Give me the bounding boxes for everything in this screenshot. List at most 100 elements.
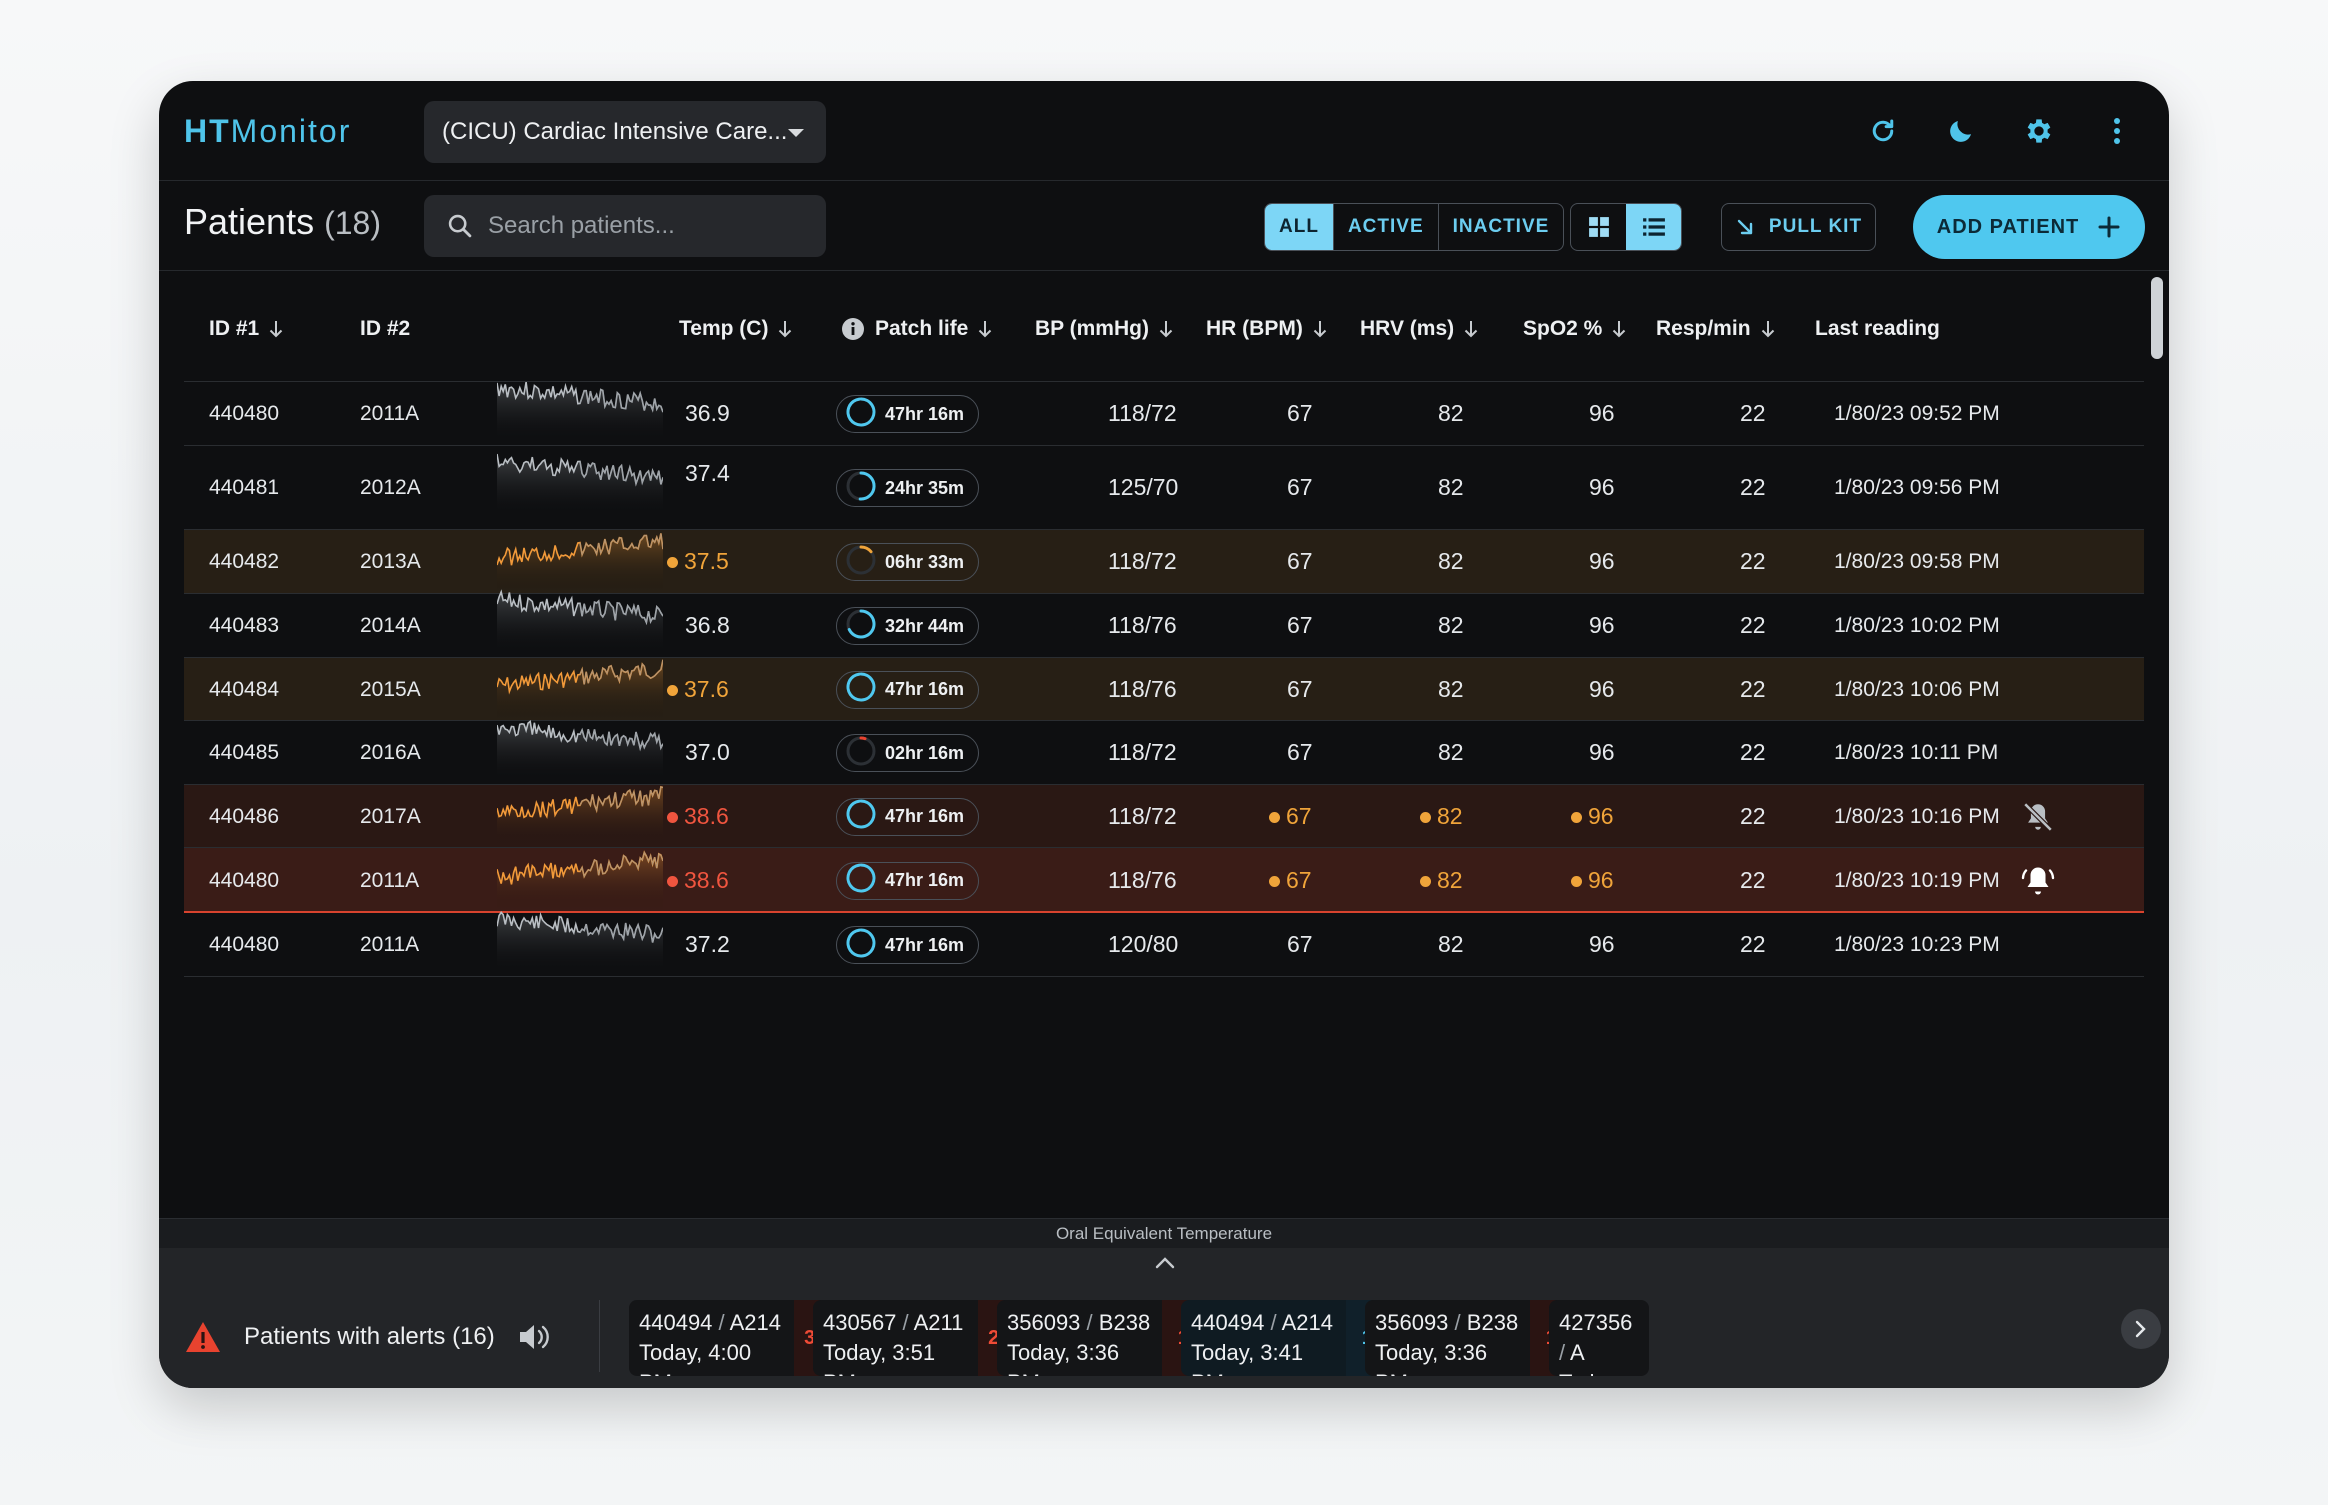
cell-bp: 118/72 <box>1108 802 1177 829</box>
gear-icon[interactable] <box>2017 109 2061 153</box>
cell-hrv: 82 <box>1438 612 1464 638</box>
cell-temp: 37.0 <box>685 739 730 765</box>
temperature-sparkline[interactable] <box>496 586 664 656</box>
temperature-sparkline[interactable] <box>496 777 664 847</box>
bell-muted-icon[interactable] <box>2021 800 2055 839</box>
cell-temp: 37.6 <box>667 676 729 703</box>
patch-life-pill: 47hr 16m <box>836 926 979 964</box>
alert-card[interactable]: 427356 / A Today, 3:28 <box>1549 1300 1649 1376</box>
cell-hr: 67 <box>1287 931 1313 957</box>
temperature-sparkline[interactable] <box>496 841 664 911</box>
table-row[interactable]: 440485 2016A 37.0 02hr 16m 118/72 67 82 … <box>184 720 2144 785</box>
cell-id1: 440480 <box>209 933 280 956</box>
cell-resp: 22 <box>1740 548 1766 574</box>
more-vertical-icon[interactable] <box>2095 109 2139 153</box>
col-temp[interactable]: Temp (C) <box>679 317 792 341</box>
cell-id2: 2011A <box>360 868 420 892</box>
cell-temp: 37.4 <box>685 460 730 486</box>
alert-time: Today, 3:36 PM <box>1007 1340 1120 1376</box>
cell-spo2: 96 <box>1589 548 1615 574</box>
table-row[interactable]: 440480 2011A 38.6 47hr 16m 118/76 67 82 … <box>184 848 2144 913</box>
patch-arc-icon <box>845 671 877 708</box>
table-row[interactable]: 440480 2011A 36.9 47hr 16m 118/72 67 82 … <box>184 381 2144 446</box>
moon-icon[interactable] <box>1939 109 1983 153</box>
sort-arrow-icon <box>1464 321 1478 338</box>
cell-hrv: 82 <box>1438 400 1464 426</box>
col-patch-life[interactable]: Patch life <box>841 317 992 341</box>
sort-arrow-icon <box>1761 321 1774 338</box>
cell-id1: 440481 <box>209 476 280 499</box>
temperature-sparkline[interactable] <box>496 374 664 444</box>
table-row[interactable]: 440482 2013A 37.5 06hr 33m 118/72 67 82 … <box>184 530 2144 594</box>
bell-ringing-icon[interactable] <box>2020 863 2056 904</box>
cell-temp: 37.5 <box>667 548 729 575</box>
list-view-icon[interactable] <box>1626 204 1681 250</box>
patch-life-pill: 47hr 16m <box>836 395 979 433</box>
cell-id2: 2015A <box>360 677 421 701</box>
col-bp[interactable]: BP (mmHg) <box>1035 317 1173 341</box>
table-row[interactable]: 440486 2017A 38.6 47hr 16m 118/72 67 82 … <box>184 785 2144 848</box>
plus-icon <box>2098 216 2120 238</box>
temperature-sparkline[interactable] <box>496 713 664 783</box>
filter-inactive[interactable]: INACTIVE <box>1437 204 1564 250</box>
col-hr[interactable]: HR (BPM) <box>1206 317 1327 341</box>
temperature-sparkline[interactable] <box>496 448 664 518</box>
unit-select[interactable]: (CICU) Cardiac Intensive Care... <box>424 101 826 163</box>
cell-bp: 118/76 <box>1108 612 1177 638</box>
patients-table: ID #1 ID #2 Temp (C) Patch life BP (mmHg… <box>184 272 2144 1218</box>
table-row[interactable]: 440480 2011A 37.2 47hr 16m 120/80 67 82 … <box>184 910 2144 977</box>
filter-active[interactable]: ACTIVE <box>1332 204 1438 250</box>
temperature-sparkline[interactable] <box>496 522 664 592</box>
cell-hrv: 82 <box>1438 675 1464 702</box>
col-id2[interactable]: ID #2 <box>360 317 410 341</box>
cell-bp: 118/72 <box>1108 548 1177 574</box>
cell-spo2: 96 <box>1589 400 1615 426</box>
cell-last-reading: 1/80/23 10:16 PM <box>1834 804 2000 828</box>
table-row[interactable]: 440481 2012A 37.4 24hr 35m 125/70 67 82 … <box>184 446 2144 530</box>
info-icon[interactable] <box>841 317 865 341</box>
filter-all[interactable]: ALL <box>1265 204 1333 250</box>
col-last-reading[interactable]: Last reading <box>1815 317 1940 341</box>
table-row[interactable]: 440484 2015A 37.6 47hr 16m 118/76 67 82 … <box>184 658 2144 721</box>
cell-hrv: 82 <box>1420 803 1463 830</box>
alert-card-info: 356093 / B238 Today, 3:36 PM <box>1365 1300 1530 1376</box>
col-hrv[interactable]: HRV (ms) <box>1360 317 1478 341</box>
chevron-up-icon[interactable] <box>1154 1256 1176 1275</box>
view-toggle <box>1570 203 1682 251</box>
alert-time: Today, 3:36 PM <box>1375 1340 1488 1376</box>
col-id1[interactable]: ID #1 <box>209 317 283 341</box>
toolbar: Patients (18) ALL ACTIVE INACTIVE PULL K… <box>159 181 2169 271</box>
table-row[interactable]: 440483 2014A 36.8 32hr 44m 118/76 67 82 … <box>184 589 2144 658</box>
temperature-sparkline[interactable] <box>496 650 664 720</box>
arrow-down-right-icon <box>1737 219 1753 235</box>
alert-patient-id: 430567 <box>823 1310 897 1335</box>
sort-arrow-icon <box>1159 321 1173 338</box>
cell-last-reading: 1/80/23 10:06 PM <box>1834 677 2000 701</box>
temperature-sparkline[interactable] <box>496 905 664 975</box>
cell-hrv: 82 <box>1438 548 1464 574</box>
scrollbar[interactable] <box>2151 277 2163 1202</box>
search-icon <box>446 212 474 245</box>
cell-resp: 22 <box>1740 802 1766 829</box>
refresh-icon[interactable] <box>1861 109 1905 153</box>
app-logo[interactable]: HTMonitor <box>184 113 351 150</box>
cell-id1: 440484 <box>209 677 280 701</box>
cell-bp: 118/72 <box>1108 739 1177 765</box>
col-spo2[interactable]: SpO2 % <box>1523 317 1626 341</box>
alert-card-info: 356093 / B238 Today, 3:36 PM <box>997 1300 1162 1376</box>
search-input[interactable] <box>488 212 808 240</box>
alert-time: Today, 3:41 PM <box>1191 1340 1304 1376</box>
alert-patient-id: 356093 <box>1375 1310 1449 1335</box>
temperature-footnote: Oral Equivalent Temperature <box>159 1218 2169 1248</box>
speaker-icon[interactable] <box>517 1322 551 1352</box>
next-arrow-button[interactable] <box>2121 1309 2161 1349</box>
status-filter: ALL ACTIVE INACTIVE <box>1264 203 1565 251</box>
sort-arrow-icon <box>779 321 792 338</box>
scrollbar-thumb[interactable] <box>2151 277 2163 359</box>
col-resp[interactable]: Resp/min <box>1656 317 1775 341</box>
add-patient-button[interactable]: ADD PATIENT <box>1913 195 2145 259</box>
alert-cards: 440494 / A214 Today, 4:00 PM 3 Alerts 43… <box>629 1300 2134 1376</box>
cell-hr: 67 <box>1287 474 1313 500</box>
grid-view-icon[interactable] <box>1571 204 1626 250</box>
pull-kit-button[interactable]: PULL KIT <box>1721 203 1876 251</box>
